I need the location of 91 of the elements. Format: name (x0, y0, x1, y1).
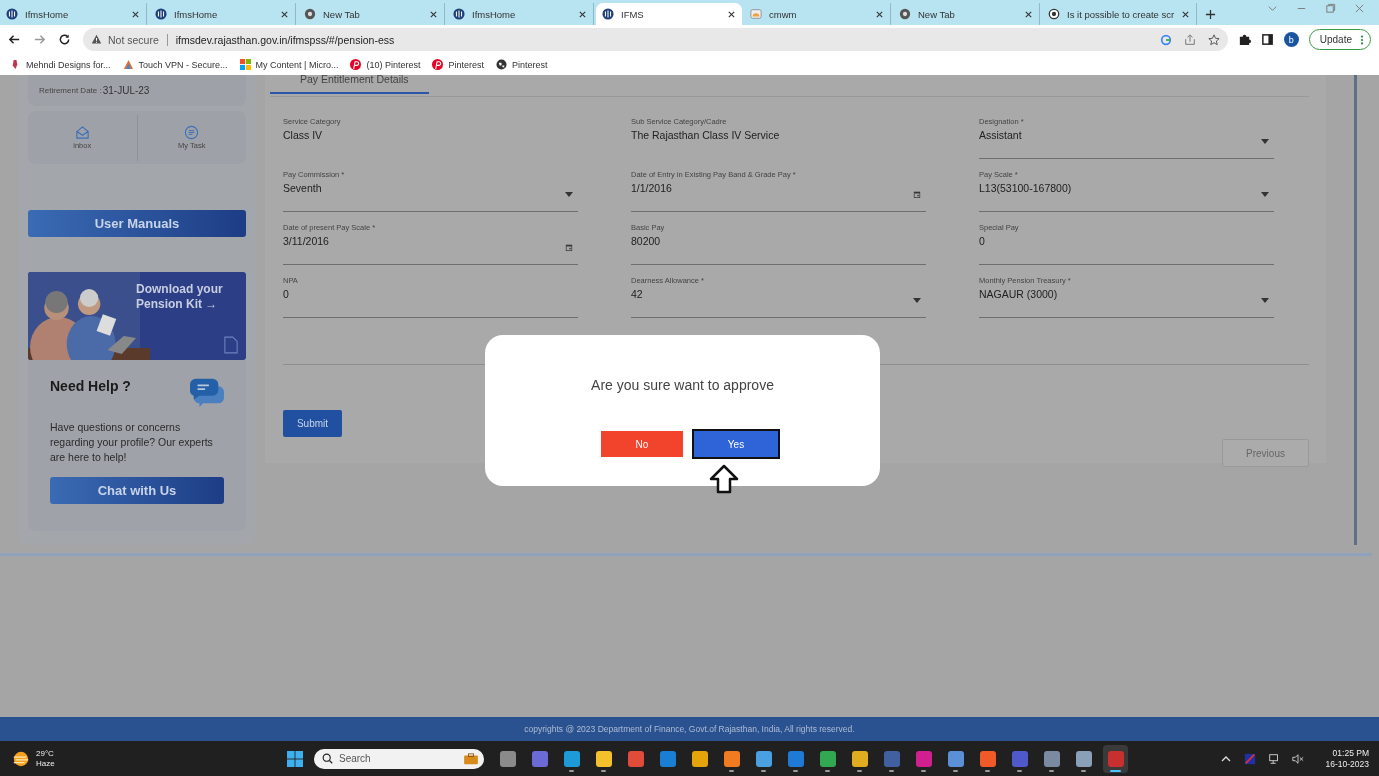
close-icon[interactable] (280, 9, 289, 19)
tab-title: New Tab (918, 8, 956, 20)
search-icon (322, 753, 333, 764)
emblem-icon (155, 8, 167, 20)
clock-time[interactable]: 01:25 PM (1332, 747, 1369, 759)
new-tab-icon[interactable] (1205, 9, 1217, 20)
pin-logo-icon (350, 59, 362, 70)
close-icon[interactable] (578, 9, 587, 19)
restore-icon[interactable] (1325, 3, 1336, 14)
taskbar-app[interactable] (1103, 744, 1128, 773)
weather-text: Haze (36, 758, 55, 769)
reload-icon[interactable] (58, 33, 71, 46)
chat-bubble-icon (190, 376, 224, 408)
muted-speaker-icon[interactable] (1291, 752, 1304, 765)
address-bar[interactable]: Not secure ifmsdev.rajasthan.gov.in/ifmspss/#/pension-ess (83, 28, 1228, 51)
dropdown-arrow-icon[interactable] (1261, 297, 1269, 304)
warning-icon (91, 34, 102, 45)
close-icon[interactable] (727, 9, 736, 19)
windows-start-icon[interactable] (287, 750, 303, 767)
bookmark[interactable]: (10) Pinterest (350, 59, 421, 70)
briefcase-icon (463, 752, 479, 765)
dialog-message: Are you sure want to approve (591, 377, 774, 393)
envelope-icon (74, 125, 90, 140)
help-title: Need Help ? (50, 378, 131, 394)
no-button[interactable]: No (601, 431, 683, 457)
star-icon[interactable] (1207, 33, 1220, 46)
calendar-icon[interactable] (565, 244, 573, 251)
emblem-icon (602, 8, 614, 20)
promo-banner[interactable]: Download your Pension Kit → (28, 272, 246, 360)
close-icon[interactable] (131, 9, 140, 19)
browser-tab[interactable]: IFMS (596, 3, 742, 25)
profile-avatar[interactable]: b (1283, 32, 1299, 47)
side-panel-icon[interactable] (1260, 33, 1274, 46)
dropdown-arrow-icon[interactable] (1261, 138, 1269, 145)
retirement-label: Retirement Date : (39, 86, 102, 95)
google-icon[interactable] (1159, 33, 1172, 46)
bookmark[interactable]: Mehndi Designs for... (10, 59, 111, 70)
page-icon (750, 8, 762, 20)
back-icon[interactable] (8, 33, 21, 46)
copyright-text: copyrights @ 2023 Department of Finance, Govt.of Rajasthan, India, All rights reserved. (524, 724, 855, 734)
triangle-logo-icon (122, 59, 134, 70)
dropdown-arrow-icon[interactable] (1261, 191, 1269, 198)
more-icon[interactable] (1360, 33, 1364, 46)
dropdown-arrow-icon[interactable] (565, 191, 573, 198)
tray-app-icon[interactable] (1243, 752, 1256, 765)
dropdown-arrow-icon[interactable] (913, 297, 921, 304)
close-icon[interactable] (429, 9, 438, 19)
bookmark[interactable]: Touch VPN - Secure... (122, 59, 228, 70)
puzzle-icon[interactable] (1237, 33, 1251, 46)
form-tab[interactable]: Pay Entitlement Details (270, 73, 429, 94)
close-icon[interactable] (1181, 9, 1191, 19)
close-icon[interactable] (1024, 9, 1033, 19)
globe-icon (304, 8, 316, 20)
promo-title: Download your Pension Kit → (136, 282, 223, 312)
tab-title: Is it possible to create scr (1067, 8, 1175, 20)
submit-button[interactable]: Submit (283, 410, 342, 437)
tab-title: IFMS (621, 8, 645, 20)
emblem-icon (453, 8, 465, 20)
forward-icon[interactable] (33, 33, 46, 46)
user-manuals-button[interactable]: User Manuals (28, 210, 246, 237)
document-icon (224, 336, 238, 354)
temperature-text: 29°C (36, 748, 55, 759)
security-label: Not secure (108, 33, 168, 46)
clock-date[interactable]: 16-10-2023 (1325, 758, 1369, 770)
tab-title: IfmsHome (25, 8, 70, 20)
list-icon (184, 125, 200, 140)
chat-button[interactable]: Chat with Us (50, 477, 224, 504)
yes-button[interactable]: Yes (692, 429, 780, 459)
tab-title: IfmsHome (174, 8, 219, 20)
url-text: ifmsdev.rajasthan.gov.in/ifmspss/#/pension-ess (174, 33, 395, 46)
pin-logo-icon (432, 59, 444, 70)
globe-icon (899, 8, 911, 20)
tab-title: cmwm (769, 8, 798, 20)
calendar-icon[interactable] (913, 191, 921, 198)
bookmark[interactable]: My Content | Micro... (239, 59, 339, 70)
haze-sun-icon[interactable] (12, 749, 30, 768)
tab-title: New Tab (323, 8, 361, 20)
bookmark[interactable]: Pinterest (432, 59, 484, 70)
tab-title: IfmsHome (472, 8, 517, 20)
close-icon[interactable] (875, 9, 884, 19)
share-icon[interactable] (1183, 33, 1196, 46)
retirement-date: 31-JUL-23 (102, 85, 150, 96)
taskbar-search-field[interactable]: Search (314, 748, 484, 769)
bookmark[interactable]: Pinterest (496, 59, 548, 70)
globe-icon (496, 59, 507, 70)
four-squares-icon (239, 59, 251, 70)
emblem-icon (6, 8, 18, 20)
ring-icon (1048, 8, 1060, 20)
update-button[interactable]: Update (1308, 29, 1371, 50)
help-text: Have questions or concerns regarding your profile? Our experts are here to help! (50, 420, 214, 465)
network-icon[interactable] (1267, 752, 1280, 765)
